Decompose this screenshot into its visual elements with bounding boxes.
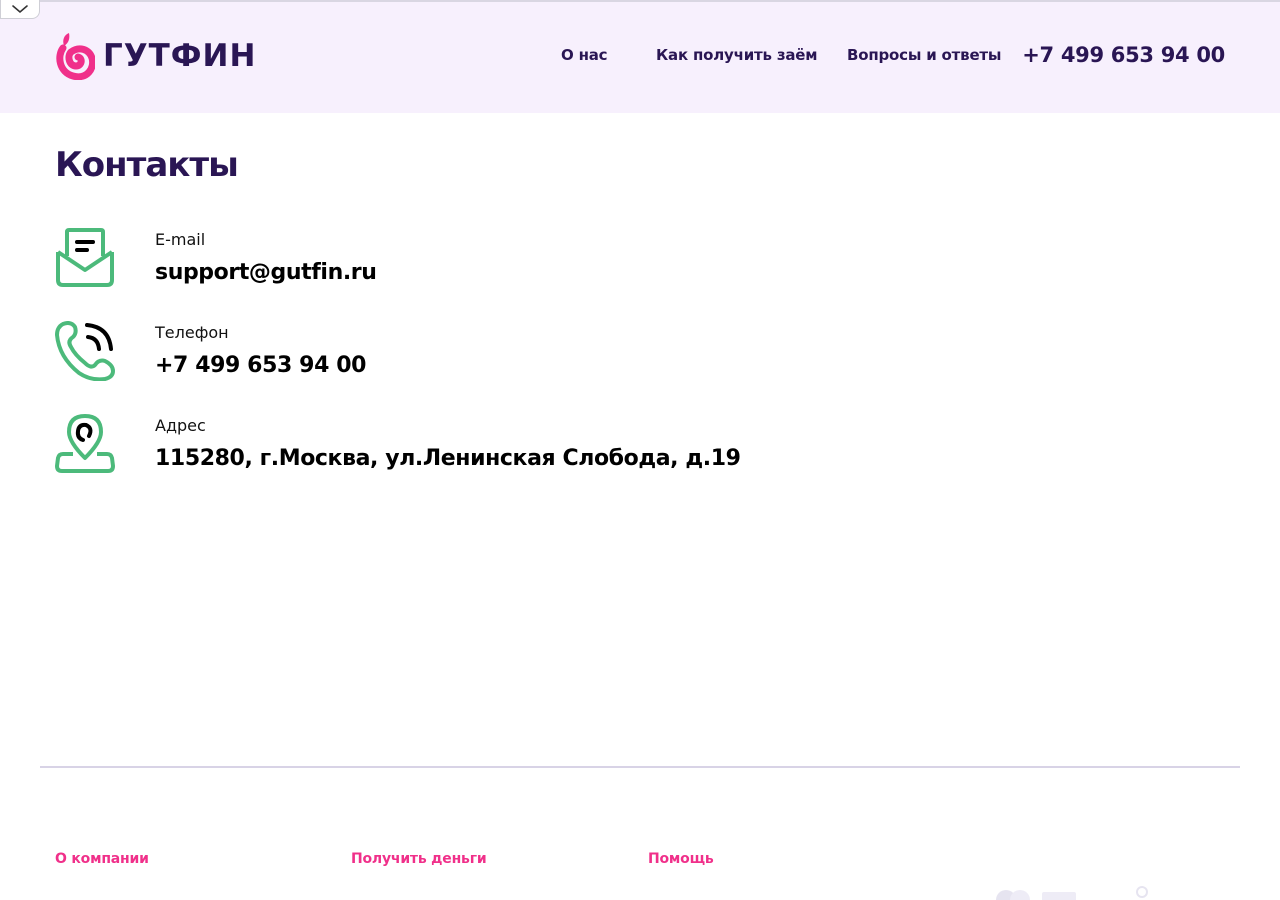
email-link[interactable]: support@gutfin.ru <box>155 260 377 285</box>
nav-about[interactable]: О нас <box>561 46 608 64</box>
contact-label: E-mail <box>155 230 206 249</box>
page: ГУТФИН О нас Как получить заём Вопросы и… <box>0 0 1280 900</box>
contact-email: E-mail support@gutfin.ru <box>55 228 955 298</box>
footer-heading-help: Помощь <box>648 851 714 867</box>
footer-divider <box>40 766 1240 768</box>
nav-faq[interactable]: Вопросы и ответы <box>847 46 1001 64</box>
footer-heading-get-money: Получить деньги <box>351 851 487 867</box>
header-phone-link[interactable]: +7 499 653 94 00 <box>1022 43 1225 67</box>
phone-link[interactable]: +7 499 653 94 00 <box>155 353 366 378</box>
map-pin-icon <box>55 414 115 473</box>
address-text: 115280, г.Москва, ул.Ленинская Слобода, … <box>155 446 741 471</box>
site-header: ГУТФИН О нас Как получить заём Вопросы и… <box>0 0 1280 113</box>
envelope-icon <box>56 228 114 287</box>
payment-systems-logo <box>996 886 1148 900</box>
collapse-toggle[interactable] <box>0 0 40 19</box>
contact-phone: Телефон +7 499 653 94 00 <box>55 321 955 391</box>
nav-how-to-get-loan[interactable]: Как получить заём <box>656 46 818 64</box>
top-border <box>0 0 1280 2</box>
contact-address: Адрес 115280, г.Москва, ул.Ленинская Сло… <box>55 414 955 484</box>
phone-icon <box>55 321 115 381</box>
page-title: Контакты <box>55 145 239 185</box>
chevron-down-icon <box>12 5 28 14</box>
footer-heading-about: О компании <box>55 851 149 867</box>
contact-label: Телефон <box>155 323 229 342</box>
contact-label: Адрес <box>155 416 206 435</box>
